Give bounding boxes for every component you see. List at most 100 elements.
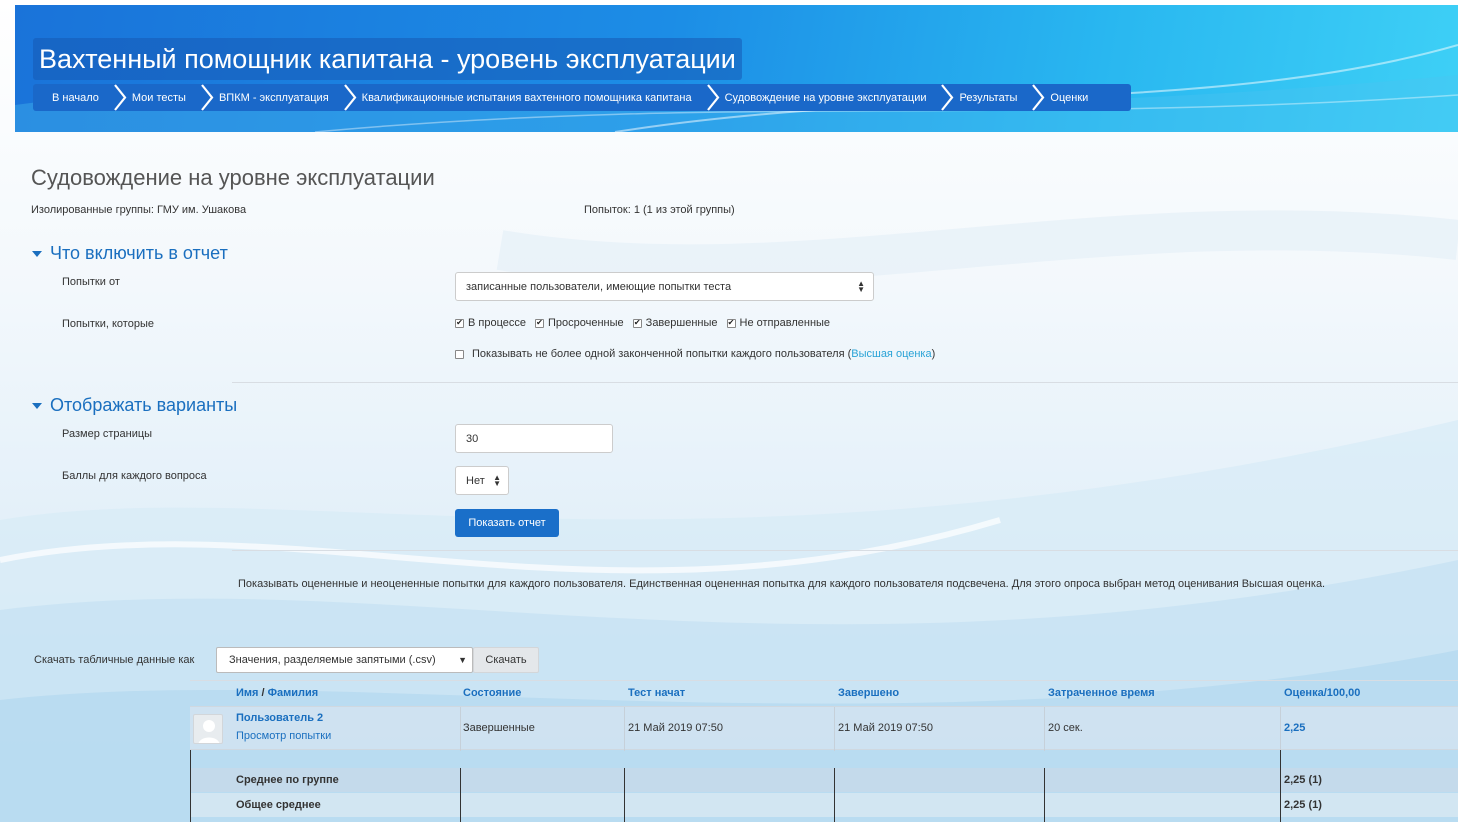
- select-arrows-icon: ▲ ▼: [857, 279, 865, 294]
- attempt-time-taken: 20 сек.: [1048, 722, 1083, 734]
- attempt-completed: 21 Май 2019 07:50: [838, 722, 933, 734]
- attempts-from-label: Попытки от: [62, 276, 120, 288]
- column-header-grade[interactable]: Оценка/100,00: [1284, 687, 1360, 699]
- checkbox-checked[interactable]: ✔: [535, 318, 544, 328]
- table-row: Пользователь 2 Просмотр попытки Завершен…: [190, 706, 1458, 751]
- column-divider: [460, 768, 461, 822]
- groups-info: Изолированные группы: ГМУ им. Ушакова: [31, 204, 247, 216]
- overall-average-value: 2,25 (1): [1284, 799, 1322, 811]
- show-report-button[interactable]: Показать отчет: [455, 509, 559, 537]
- column-header-state[interactable]: Состояние: [463, 687, 521, 699]
- page: Вахтенный помощник капитана - уровень эк…: [0, 0, 1458, 822]
- dropdown-arrow-icon: ▼: [458, 655, 467, 665]
- state-label: Не отправленные: [739, 317, 831, 329]
- header-separator: /: [258, 687, 268, 699]
- column-divider: [1280, 707, 1281, 751]
- breadcrumb-item-my-tests[interactable]: Мои тесты: [132, 84, 186, 111]
- column-divider: [624, 707, 625, 751]
- caret-down-icon: [32, 250, 42, 257]
- avatar[interactable]: [193, 714, 223, 744]
- checkbox-checked[interactable]: ✔: [455, 318, 464, 328]
- select-arrows-icon: ▲ ▼: [493, 473, 501, 488]
- section-divider: [232, 550, 1458, 551]
- download-button[interactable]: Скачать: [473, 647, 539, 673]
- state-overdue[interactable]: ✔ Просроченные: [535, 317, 624, 329]
- caret-down-icon: [32, 402, 42, 409]
- column-header-completed[interactable]: Завершено: [838, 687, 899, 699]
- user-icon: [198, 720, 220, 743]
- single-attempt-close: ): [931, 348, 936, 360]
- checkbox-checked[interactable]: ✔: [726, 318, 736, 328]
- column-header-name: Имя / Фамилия: [236, 687, 318, 699]
- overall-average-row: Общее среднее 2,25 (1): [190, 793, 1458, 817]
- download-label: Скачать табличные данные как: [34, 654, 195, 666]
- column-divider: [834, 768, 835, 822]
- column-divider: [460, 707, 461, 751]
- grading-info: Показывать оцененные и неоцененные попыт…: [238, 578, 1326, 590]
- column-divider: [1044, 768, 1045, 822]
- sort-first-name-link[interactable]: Имя: [236, 687, 258, 699]
- chevron-right-icon: [108, 84, 132, 111]
- section-toggle-display[interactable]: Отображать варианты: [32, 395, 237, 416]
- section-toggle-report[interactable]: Что включить в отчет: [32, 243, 228, 264]
- page-size-label: Размер страницы: [62, 428, 153, 440]
- column-divider: [1280, 750, 1281, 822]
- chevron-right-icon: [1026, 84, 1050, 111]
- single-attempt-label: Показывать не более одной законченной по…: [472, 348, 852, 360]
- attempts-count: Попыток: 1 (1 из этой группы): [584, 204, 735, 216]
- marks-select[interactable]: Нет ▲ ▼: [455, 466, 509, 495]
- user-name-link[interactable]: Пользователь 2: [236, 712, 323, 724]
- breadcrumb: В начало Мои тесты ВПКМ - эксплуатация К…: [33, 84, 1131, 111]
- attempt-grade-link[interactable]: 2,25: [1284, 722, 1305, 734]
- download-format-value: Значения, разделяемые запятыми (.csv): [229, 654, 436, 666]
- download-format-select[interactable]: Значения, разделяемые запятыми (.csv) ▼: [216, 647, 473, 673]
- sort-last-name-link[interactable]: Фамилия: [268, 687, 319, 699]
- page-size-input[interactable]: 30: [455, 424, 613, 453]
- section-title-display: Отображать варианты: [50, 395, 238, 415]
- attempt-state: Завершенные: [463, 722, 535, 734]
- section-title-report: Что включить в отчет: [50, 243, 228, 263]
- section-divider: [232, 382, 1458, 383]
- review-attempt-link[interactable]: Просмотр попытки: [236, 730, 331, 742]
- page-title: Судовождение на уровне эксплуатации: [31, 165, 435, 190]
- checkbox-unchecked[interactable]: [455, 349, 464, 359]
- group-average-value: 2,25 (1): [1284, 774, 1322, 786]
- breadcrumb-item-course[interactable]: ВПКМ - эксплуатация: [219, 84, 329, 111]
- column-header-time[interactable]: Затраченное время: [1048, 687, 1155, 699]
- page-header: Вахтенный помощник капитана - уровень эк…: [15, 5, 1458, 132]
- attempts-from-select[interactable]: записанные пользователи, имеющие попытки…: [455, 272, 874, 301]
- state-label: Просроченные: [548, 317, 624, 329]
- single-attempt-option[interactable]: Показывать не более одной законченной по…: [455, 348, 935, 360]
- chevron-right-icon: [338, 84, 362, 111]
- marks-label: Баллы для каждого вопроса: [62, 470, 207, 482]
- group-average-row: Среднее по группе 2,25 (1): [190, 768, 1458, 792]
- grade-method-link[interactable]: Высшая оценка: [851, 348, 931, 360]
- table-header: Имя / Фамилия Состояние Тест начат Завер…: [190, 680, 1458, 706]
- attempts-from-value: записанные пользователи, имеющие попытки…: [466, 281, 732, 293]
- breadcrumb-item-grades[interactable]: Оценки: [1050, 84, 1088, 111]
- state-in-progress[interactable]: ✔ В процессе: [455, 317, 526, 329]
- column-divider: [190, 750, 191, 822]
- state-abandoned[interactable]: ✔ Не отправленные: [726, 317, 831, 329]
- chevron-right-icon: [935, 84, 959, 111]
- course-title: Вахтенный помощник капитана - уровень эк…: [33, 38, 742, 80]
- breadcrumb-item-home[interactable]: В начало: [33, 84, 99, 111]
- state-finished[interactable]: ✔ Завершенные: [632, 317, 718, 329]
- attempt-started: 21 Май 2019 07:50: [628, 722, 723, 734]
- chevron-right-icon: [701, 84, 725, 111]
- breadcrumb-item-section[interactable]: Квалификационные испытания вахтенного по…: [362, 84, 692, 111]
- column-divider: [1044, 707, 1045, 751]
- breadcrumb-item-results[interactable]: Результаты: [959, 84, 1017, 111]
- attempts-that-label: Попытки, которые: [62, 318, 154, 330]
- column-header-started[interactable]: Тест начат: [628, 687, 685, 699]
- state-label: Завершенные: [645, 317, 718, 329]
- chevron-right-icon: [195, 84, 219, 111]
- state-label: В процессе: [468, 317, 526, 329]
- overall-average-label: Общее среднее: [236, 799, 321, 811]
- group-average-label: Среднее по группе: [236, 774, 339, 786]
- column-divider: [834, 707, 835, 751]
- checkbox-checked[interactable]: ✔: [632, 318, 642, 328]
- breadcrumb-item-quiz[interactable]: Судовождение на уровне эксплуатации: [725, 84, 927, 111]
- marks-value: Нет: [466, 475, 485, 487]
- attempt-states-group: ✔ В процессе ✔ Просроченные ✔ Завершенны…: [455, 317, 839, 329]
